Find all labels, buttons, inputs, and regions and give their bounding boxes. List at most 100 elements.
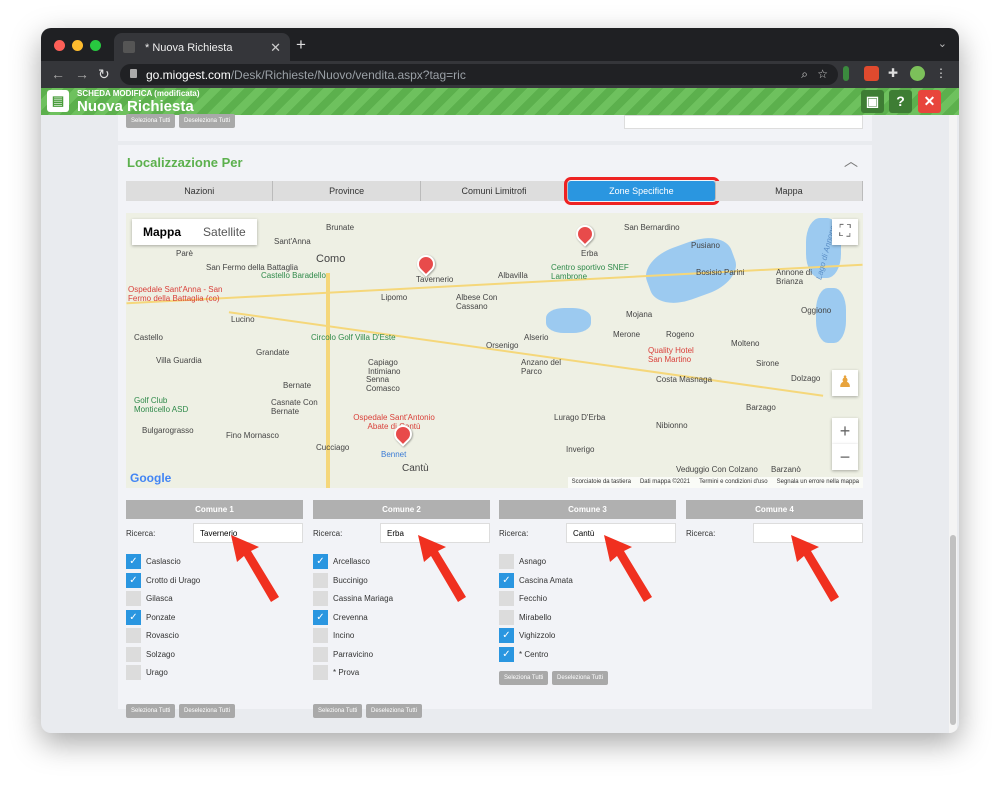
map-label: Grandate bbox=[256, 348, 290, 357]
select-all-button[interactable]: Seleziona Tutti bbox=[313, 703, 363, 718]
tab-zone-specifiche[interactable]: Zone Specifiche bbox=[564, 177, 720, 205]
checkbox[interactable]: ✓ bbox=[499, 646, 514, 662]
map-marker-erba[interactable] bbox=[572, 221, 598, 247]
checkbox[interactable] bbox=[313, 628, 328, 643]
back-icon[interactable]: ← bbox=[51, 66, 65, 82]
url-path: /Desk/Richieste/Nuovo/vendita.aspx?tag=r… bbox=[230, 68, 466, 82]
tab-comuni-limitrofi[interactable]: Comuni Limitrofi bbox=[420, 181, 569, 201]
checkbox[interactable] bbox=[126, 665, 141, 680]
maximize-window-icon[interactable] bbox=[90, 40, 101, 51]
checkbox[interactable] bbox=[313, 646, 328, 662]
profile-avatar[interactable] bbox=[910, 66, 925, 81]
checkbox[interactable] bbox=[126, 591, 141, 606]
lock-icon bbox=[130, 69, 137, 78]
deselect-all-button[interactable]: Deseleziona Tutti bbox=[179, 703, 236, 718]
select-all-button[interactable]: Seleziona Tutti bbox=[126, 703, 176, 718]
notes-textarea[interactable] bbox=[624, 115, 863, 129]
street-view-pegman-icon[interactable]: ♟ bbox=[832, 370, 858, 396]
tab-province[interactable]: Province bbox=[273, 181, 421, 201]
list-item[interactable]: * Prova bbox=[313, 663, 490, 682]
fullscreen-icon[interactable]: ⛶ bbox=[832, 219, 858, 245]
keyboard-shortcuts-link[interactable]: Scorciatoie da tastiera bbox=[572, 479, 631, 486]
checkbox[interactable]: ✓ bbox=[313, 554, 328, 569]
map-label: Capiago Intimiano bbox=[368, 358, 401, 376]
map-label: Molteno bbox=[731, 339, 760, 348]
close-tab-icon[interactable]: ✕ bbox=[270, 40, 281, 56]
map-label: Casnate Con Bernate bbox=[271, 398, 318, 416]
checkbox[interactable] bbox=[313, 665, 328, 680]
map-label: Castello bbox=[134, 333, 163, 342]
checkbox[interactable] bbox=[499, 554, 514, 569]
terms-link[interactable]: Termini e condizioni d'uso bbox=[699, 479, 768, 486]
map-type-map-button[interactable]: Mappa bbox=[132, 219, 192, 245]
item-label: Fecchio bbox=[519, 594, 548, 603]
map-label: Parè bbox=[176, 249, 193, 258]
list-item[interactable]: ✓ Crevenna bbox=[313, 608, 490, 627]
new-tab-icon[interactable]: + bbox=[296, 35, 306, 55]
checkbox[interactable]: ✓ bbox=[126, 572, 141, 588]
map[interactable]: Como Brunate Tavernerio Erba San Fermo d… bbox=[126, 213, 863, 488]
item-label: * Centro bbox=[519, 649, 549, 659]
extensions-puzzle-icon[interactable]: ✚ bbox=[888, 66, 903, 81]
list-item[interactable]: Mirabello bbox=[499, 608, 676, 627]
item-label: Caslascio bbox=[146, 557, 181, 566]
select-all-button[interactable]: Seleziona Tutti bbox=[499, 671, 549, 685]
url-input[interactable]: go.miogest.com/Desk/Richieste/Nuovo/vend… bbox=[120, 64, 838, 85]
close-window-icon[interactable] bbox=[54, 40, 65, 51]
list-item[interactable]: ✓ * Centro bbox=[499, 645, 676, 664]
select-all-button[interactable]: Seleziona Tutti bbox=[126, 114, 176, 128]
list-item[interactable]: Solzago bbox=[126, 645, 303, 664]
minimize-window-icon[interactable] bbox=[72, 40, 83, 51]
google-logo: Google bbox=[130, 471, 172, 485]
checkbox[interactable]: ✓ bbox=[499, 628, 514, 643]
list-item[interactable]: Incino bbox=[313, 626, 490, 645]
list-item[interactable]: ✓ Vighizzolo bbox=[499, 626, 676, 645]
checkbox[interactable]: ✓ bbox=[126, 609, 141, 625]
list-item[interactable]: Parravicino bbox=[313, 645, 490, 664]
tab-nazioni[interactable]: Nazioni bbox=[126, 181, 274, 201]
forward-icon[interactable]: → bbox=[75, 66, 89, 82]
map-label: Golf Club Monticello ASD bbox=[134, 396, 189, 414]
checkbox[interactable] bbox=[313, 591, 328, 606]
tab-search-chevron-icon[interactable]: ⌄ bbox=[938, 37, 947, 50]
url-host: go.miogest.com bbox=[146, 68, 231, 82]
close-icon[interactable]: ✕ bbox=[918, 90, 941, 113]
list-item[interactable]: Urago bbox=[126, 663, 303, 682]
map-type-satellite-button[interactable]: Satellite bbox=[192, 219, 257, 245]
deselect-all-button[interactable]: Deseleziona Tutti bbox=[179, 114, 236, 128]
deselect-all-button[interactable]: Deseleziona Tutti bbox=[366, 703, 423, 718]
reload-icon[interactable]: ↻ bbox=[98, 66, 110, 83]
list-item[interactable]: Rovascio bbox=[126, 626, 303, 645]
browser-window: * Nuova Richiesta ✕ + ⌄ ← → ↻ go.miogest.… bbox=[41, 28, 959, 733]
record-icon: ▤ bbox=[47, 90, 69, 112]
scrollbar-thumb[interactable] bbox=[950, 535, 956, 725]
zoom-icon[interactable]: ⌕ bbox=[801, 67, 808, 82]
extension-icon[interactable] bbox=[843, 66, 849, 81]
list-item[interactable]: ✓ Ponzate bbox=[126, 608, 303, 627]
extension-icon[interactable] bbox=[864, 66, 879, 81]
checkbox[interactable] bbox=[313, 572, 328, 588]
checkbox[interactable]: ✓ bbox=[313, 609, 328, 625]
checkbox[interactable]: ✓ bbox=[126, 554, 141, 569]
zoom-out-button[interactable]: − bbox=[832, 444, 858, 470]
map-marker-tavernerio[interactable] bbox=[413, 251, 439, 277]
bookmark-star-icon[interactable]: ☆ bbox=[817, 67, 828, 81]
deselect-all-button[interactable]: Deseleziona Tutti bbox=[552, 671, 609, 685]
save-icon[interactable]: ▣ bbox=[861, 90, 884, 113]
checkbox[interactable] bbox=[126, 646, 141, 662]
map-label: Castello Baradello bbox=[261, 271, 326, 280]
checkbox[interactable]: ✓ bbox=[499, 572, 514, 588]
checkbox[interactable] bbox=[499, 591, 514, 606]
browser-tab[interactable]: * Nuova Richiesta ✕ bbox=[114, 33, 290, 61]
favicon-icon bbox=[123, 41, 135, 53]
checkbox[interactable] bbox=[499, 609, 514, 625]
checkbox[interactable] bbox=[126, 628, 141, 643]
collapse-chevron-icon[interactable]: ︿ bbox=[844, 151, 858, 171]
help-icon[interactable]: ? bbox=[889, 90, 912, 113]
menu-kebab-icon[interactable]: ⋮ bbox=[935, 66, 950, 81]
zoom-in-button[interactable]: + bbox=[832, 418, 858, 444]
tab-mappa[interactable]: Mappa bbox=[715, 181, 864, 201]
map-label: Erba bbox=[581, 249, 598, 258]
scrollbar[interactable] bbox=[949, 115, 957, 733]
report-error-link[interactable]: Segnala un errore nella mappa bbox=[777, 479, 859, 486]
